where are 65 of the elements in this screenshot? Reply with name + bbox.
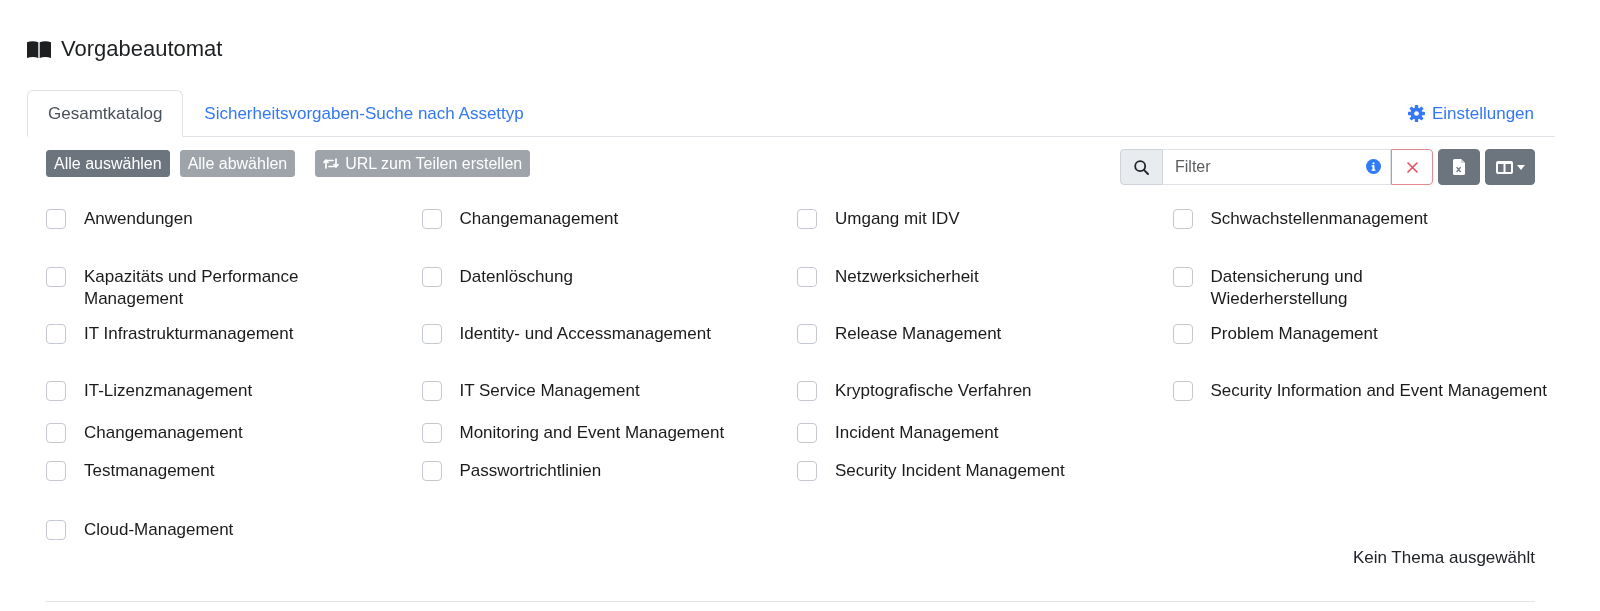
columns-icon: [1495, 160, 1513, 174]
topic-checkbox[interactable]: [797, 324, 817, 344]
topic-label: Testmanagement: [84, 460, 215, 482]
topic-checkbox[interactable]: [1172, 209, 1193, 229]
topic-checkbox[interactable]: [797, 461, 817, 481]
topic-checkbox[interactable]: [421, 267, 442, 287]
topic-checkbox[interactable]: [46, 461, 66, 481]
close-icon: [1406, 161, 1418, 173]
repeat-icon: [323, 157, 340, 170]
status-text: Kein Thema ausgewählt: [1352, 547, 1535, 569]
topic-checkbox[interactable]: [1172, 381, 1193, 401]
topic-label: Cloud-Management: [84, 519, 234, 541]
topic-label: Changemanagement: [84, 422, 243, 444]
topic-checkbox[interactable]: [421, 324, 442, 344]
topic-checkbox[interactable]: [421, 461, 442, 481]
topic-label: IT Service Management: [459, 380, 640, 402]
topic-checkbox[interactable]: [797, 209, 817, 229]
filter-input[interactable]: Filter: [1163, 149, 1391, 185]
topic-checkbox[interactable]: [797, 423, 817, 443]
file-icon: [1453, 159, 1465, 175]
topic-checkbox[interactable]: [46, 520, 66, 540]
topic-label: IT Infrastrukturmanagement: [84, 323, 294, 345]
topic-label: Incident Management: [835, 422, 999, 444]
settings-icon: [1407, 105, 1425, 122]
columns-button[interactable]: [1485, 149, 1535, 185]
topic-checkbox[interactable]: [797, 381, 817, 401]
search-icon: [1134, 159, 1149, 175]
clear-filter-button[interactable]: [1391, 149, 1433, 185]
topic-checkbox[interactable]: [46, 423, 66, 443]
topic-label: Security Information and Event Management: [1210, 380, 1547, 402]
page-title: Vorgabeautomat: [61, 35, 223, 63]
topic-label: Datenlöschung: [459, 266, 573, 288]
book-icon: [27, 40, 51, 58]
topic-label: Schwachstellenmanagement: [1210, 208, 1428, 230]
tab[interactable]: Sicherheitsvorgaben-Suche nach Assettyp: [183, 90, 545, 137]
info-icon: [1366, 159, 1381, 174]
topic-checkbox[interactable]: [46, 209, 66, 229]
topic-label: IT-Lizenzmanagement: [84, 380, 253, 402]
select-all-button[interactable]: Alle auswählen: [46, 150, 170, 177]
topic-checkbox[interactable]: [1172, 324, 1193, 344]
topic-checkbox[interactable]: [46, 267, 66, 287]
topic-label: Anwendungen: [84, 208, 193, 230]
topic-label: Release Management: [835, 323, 1002, 345]
topic-checkbox[interactable]: [421, 423, 442, 443]
topic-checkbox[interactable]: [421, 381, 442, 401]
topic-checkbox[interactable]: [1172, 267, 1193, 287]
topic-checkbox[interactable]: [46, 324, 66, 344]
topic-label: Problem Management: [1210, 323, 1378, 345]
topic-label: Passwortrichtlinien: [459, 460, 602, 482]
topic-label: Netzwerksicherheit: [835, 266, 979, 288]
caret-icon: [1516, 164, 1525, 170]
topic-checkbox[interactable]: [421, 209, 442, 229]
topic-label: Umgang mit IDV: [835, 208, 960, 230]
topic-label: Kapazitäts und Performance Management: [84, 266, 299, 310]
topic-checkbox[interactable]: [46, 381, 66, 401]
topic-label: Monitoring and Event Management: [459, 422, 725, 444]
topic-label: Datensicherung und Wiederherstellung: [1210, 266, 1363, 310]
topic-checkbox[interactable]: [797, 267, 817, 287]
topic-label: Security Incident Management: [835, 460, 1065, 482]
topic-label: Kryptografische Verfahren: [835, 380, 1032, 402]
settings-link[interactable]: Einstellungen: [1386, 90, 1555, 137]
export-button[interactable]: [1438, 149, 1480, 185]
tab[interactable]: Gesamtkatalog: [27, 90, 184, 137]
topic-label: Changemanagement: [459, 208, 619, 230]
topic-label: Identity- und Accessmanagement: [459, 323, 711, 345]
